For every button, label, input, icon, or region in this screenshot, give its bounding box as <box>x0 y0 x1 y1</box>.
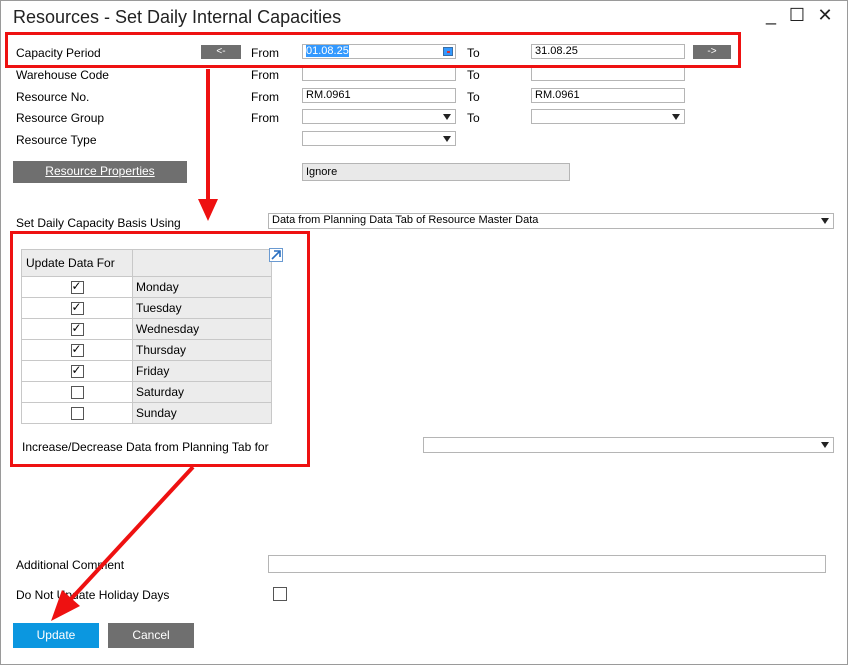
dialog-window: Resources - Set Daily Internal Capacitie… <box>0 0 848 665</box>
arrow-line-diagonal <box>69 465 195 601</box>
annotation-arrows <box>51 69 218 621</box>
arrow-head-down <box>198 199 218 221</box>
